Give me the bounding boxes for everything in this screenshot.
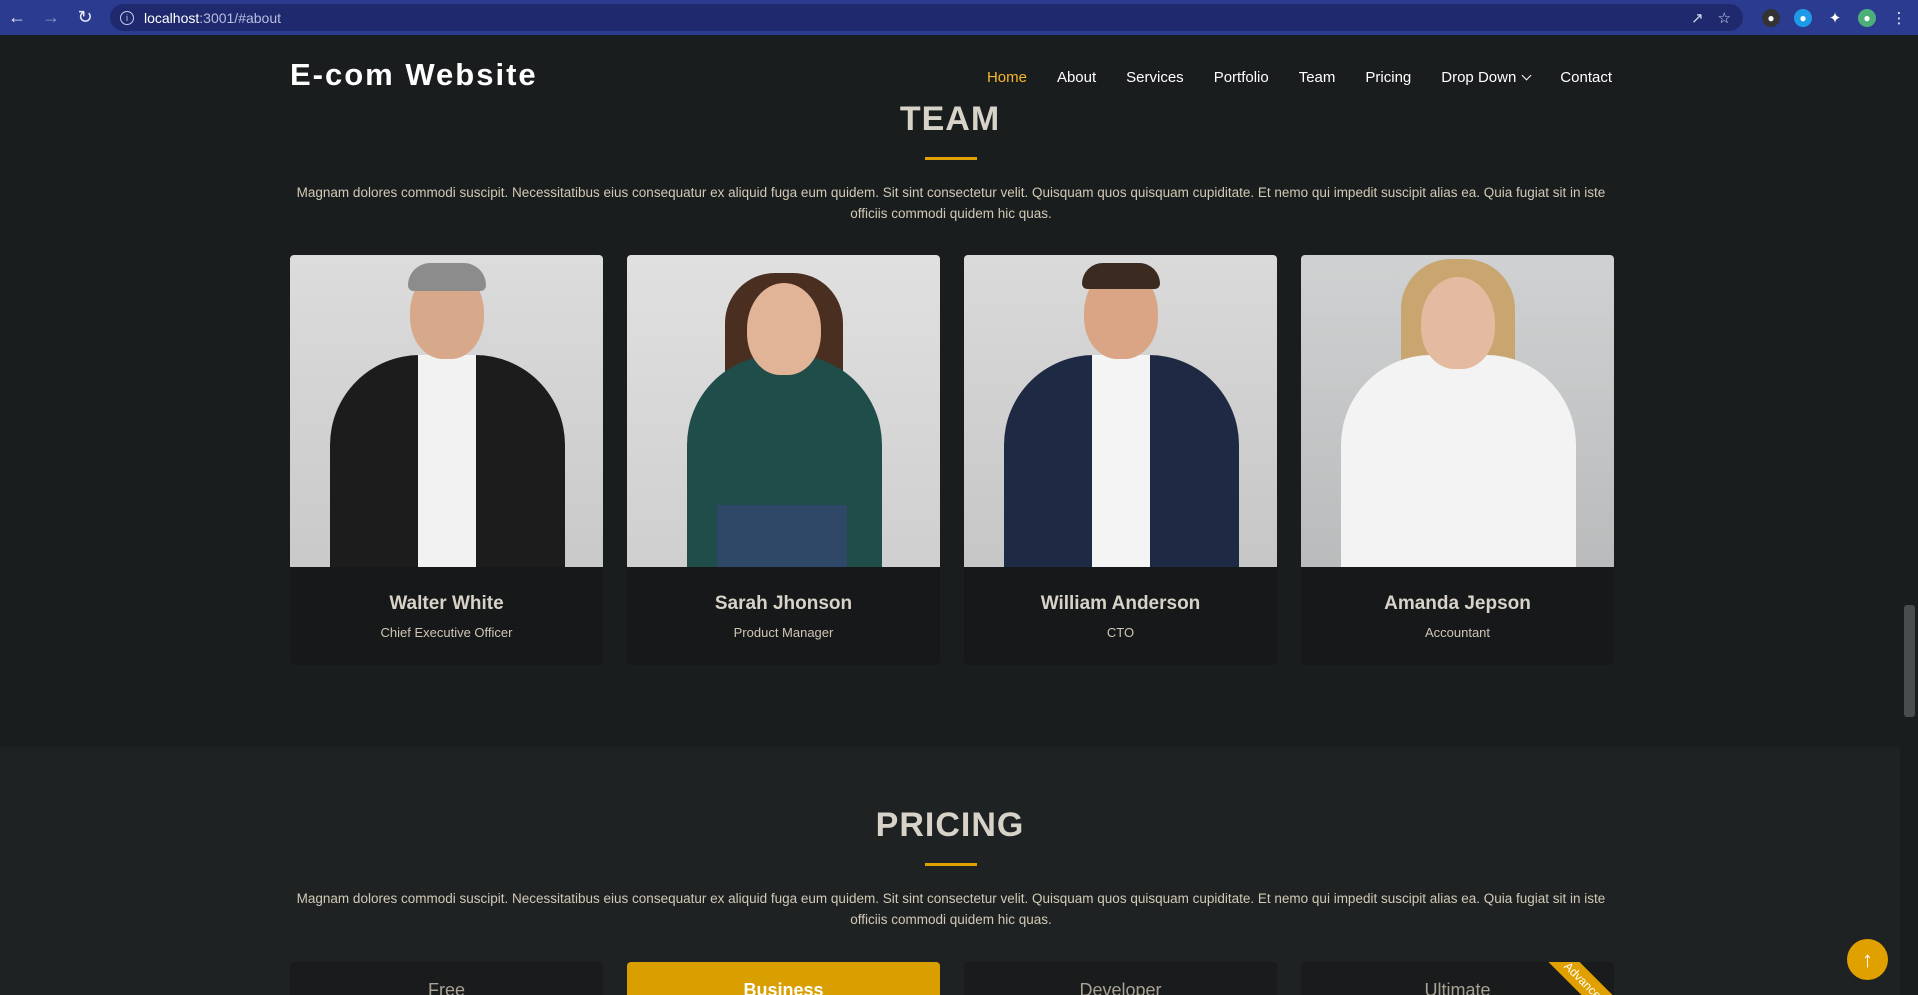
extension-icon[interactable]: ● xyxy=(1762,8,1780,27)
advanced-ribbon: Advanced xyxy=(1538,962,1614,995)
pricing-description: Magnam dolores commodi suscipit. Necessi… xyxy=(296,891,1606,927)
plan-card-developer: Developer xyxy=(964,962,1277,995)
pricing-grid: Free Business Developer Ultimate Advance… xyxy=(290,962,1615,995)
forward-arrow-icon[interactable]: → xyxy=(34,1,68,35)
back-arrow-icon[interactable]: ← xyxy=(0,1,34,35)
team-member-card: Walter White Chief Executive Officer xyxy=(290,255,603,665)
nav-dropdown-label: Drop Down xyxy=(1441,69,1517,86)
nav-pricing[interactable]: Pricing xyxy=(1365,69,1411,86)
title-divider xyxy=(925,157,977,160)
plan-card-ultimate: Ultimate Advanced xyxy=(1301,962,1614,995)
arrow-up-icon: ↑ xyxy=(1862,946,1873,972)
team-grid: Walter White Chief Executive Officer Sar… xyxy=(290,255,1615,665)
avatar[interactable]: ● xyxy=(1858,8,1876,27)
nav-about[interactable]: About xyxy=(1057,69,1096,86)
plan-card-business: Business xyxy=(627,962,940,995)
member-photo xyxy=(1301,255,1614,567)
chevron-down-icon xyxy=(1521,70,1532,81)
nav-team[interactable]: Team xyxy=(1299,69,1336,86)
team-member-card: William Anderson CTO xyxy=(964,255,1277,665)
logo[interactable]: E-com Website xyxy=(290,57,538,93)
url-host: localhost xyxy=(144,9,200,26)
plan-card-free: Free xyxy=(290,962,603,995)
address-bar[interactable]: i localhost:3001/#about ↗ ☆ xyxy=(110,4,1743,31)
reload-icon[interactable]: ↻ xyxy=(68,1,102,35)
member-name: Walter White xyxy=(389,593,504,614)
nav-home[interactable]: Home xyxy=(987,69,1027,86)
pricing-title: PRICING xyxy=(875,806,1025,844)
url-path: :3001/#about xyxy=(199,9,282,26)
member-name: William Anderson xyxy=(1040,593,1201,614)
member-role: Product Manager xyxy=(733,625,834,640)
member-name: Sarah Jhonson xyxy=(714,593,853,614)
member-role: Chief Executive Officer xyxy=(380,625,513,640)
member-photo xyxy=(627,255,940,567)
site-info-icon[interactable]: i xyxy=(120,10,134,25)
team-description: Magnam dolores commodi suscipit. Necessi… xyxy=(296,185,1606,221)
nav-services[interactable]: Services xyxy=(1126,69,1184,86)
plan-title: Developer xyxy=(1079,980,1162,995)
nav-portfolio[interactable]: Portfolio xyxy=(1214,69,1269,86)
member-photo xyxy=(290,255,603,567)
nav-dropdown[interactable]: Drop Down xyxy=(1441,69,1532,86)
member-photo xyxy=(964,255,1277,567)
member-role: Accountant xyxy=(1424,625,1491,640)
extension-icon[interactable]: ● xyxy=(1794,8,1812,27)
puzzle-icon[interactable]: ✦ xyxy=(1826,9,1844,27)
pricing-section xyxy=(0,747,1900,995)
member-name: Amanda Jepson xyxy=(1384,593,1531,614)
scrollbar[interactable] xyxy=(1900,35,1918,995)
share-icon[interactable]: ↗ xyxy=(1691,9,1704,27)
browser-toolbar: ← → ↻ i localhost:3001/#about ↗ ☆ ● ● ✦ … xyxy=(0,0,1918,35)
team-member-card: Amanda Jepson Accountant xyxy=(1301,255,1614,665)
more-vert-icon[interactable]: ⋮ xyxy=(1890,9,1908,27)
plan-title: Ultimate xyxy=(1424,980,1491,995)
member-role: CTO xyxy=(1106,625,1135,640)
bookmark-star-icon[interactable]: ☆ xyxy=(1718,9,1731,27)
title-divider xyxy=(925,863,977,866)
main-nav: Home About Services Portfolio Team Prici… xyxy=(987,69,1612,86)
back-to-top-button[interactable]: ↑ xyxy=(1847,939,1888,980)
team-member-card: Sarah Jhonson Product Manager xyxy=(627,255,940,665)
team-title: TEAM xyxy=(899,100,1001,138)
plan-title: Business xyxy=(743,980,824,995)
plan-title: Free xyxy=(427,980,465,995)
scrollbar-thumb[interactable] xyxy=(1904,605,1915,717)
nav-contact[interactable]: Contact xyxy=(1560,69,1612,86)
